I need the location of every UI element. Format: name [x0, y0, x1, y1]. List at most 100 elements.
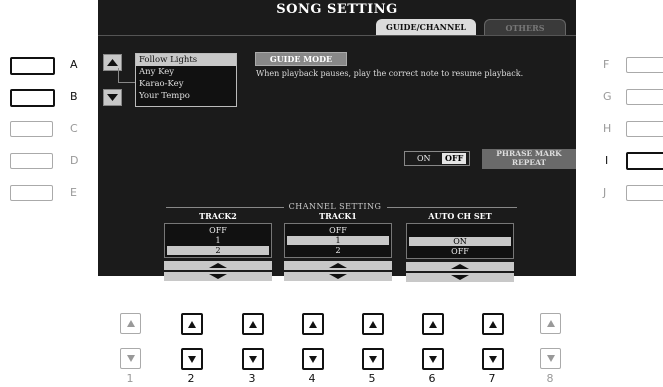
button-b[interactable] [10, 89, 55, 107]
button-e-label: E [70, 186, 77, 199]
down-button-3[interactable] [242, 348, 264, 370]
button-number-label: 6 [428, 372, 436, 385]
spin-up-button[interactable] [406, 262, 514, 271]
lcd-screen: SONG SETTING GUIDE/CHANNEL OTHERS Follow… [98, 0, 576, 282]
up-button-3[interactable] [242, 313, 264, 335]
phrase-mark-toggle[interactable]: ON OFF [404, 151, 470, 166]
button-number-label: 3 [248, 372, 256, 385]
spin-down-button[interactable] [164, 272, 272, 281]
arrow-up-icon [546, 320, 555, 327]
button-j-label: J [603, 186, 607, 199]
arrow-up-icon [309, 320, 317, 328]
arrow-down-icon [126, 355, 135, 362]
arrow-down-icon [107, 94, 118, 101]
option[interactable]: 2 [167, 246, 269, 255]
guide-mode-label: GUIDE MODE [255, 52, 347, 66]
tab-others[interactable]: OTHERS [484, 19, 566, 36]
arrow-up-icon [249, 320, 257, 328]
tab-guide-channel[interactable]: GUIDE/CHANNEL [376, 19, 476, 35]
down-button-4[interactable] [302, 348, 324, 370]
button-d[interactable] [10, 153, 53, 169]
column-header: TRACK1 [319, 211, 357, 221]
button-number-label: 7 [488, 372, 496, 385]
button-i[interactable] [626, 152, 663, 170]
column-header: AUTO CH SET [428, 211, 492, 221]
button-f[interactable] [626, 57, 663, 73]
down-button-2[interactable] [181, 348, 203, 370]
list-scroll-down-button[interactable] [103, 89, 122, 106]
tree-connector [118, 68, 135, 83]
button-number-label: 8 [546, 372, 554, 385]
list-item[interactable]: Any Key [136, 66, 236, 78]
arrow-down-icon [309, 355, 317, 363]
button-number-label: 1 [126, 372, 134, 385]
option-list: OFF 1 2 [164, 223, 272, 258]
channel-setting-title: CHANNEL SETTING [288, 202, 382, 211]
arrow-down-icon [188, 355, 196, 363]
button-f-label: F [603, 58, 610, 71]
down-button-1[interactable] [120, 348, 141, 369]
up-button-8[interactable] [540, 313, 561, 334]
down-button-7[interactable] [482, 348, 504, 370]
list-item[interactable]: Karao-Key [136, 78, 236, 90]
up-button-2[interactable] [181, 313, 203, 335]
button-c[interactable] [10, 121, 53, 137]
channel-column-track2: TRACK2 OFF 1 2 [164, 211, 272, 281]
channel-column-track1: TRACK1 OFF 1 2 [284, 211, 392, 281]
guide-list: Follow Lights Any Key Karao-Key Your Tem… [135, 53, 237, 107]
arrow-up-icon [329, 263, 347, 268]
divider-right [387, 207, 517, 208]
button-g-label: G [603, 90, 612, 103]
arrow-down-icon [429, 355, 437, 363]
channel-column-auto-ch-set: AUTO CH SET ON OFF [406, 211, 514, 282]
down-button-8[interactable] [540, 348, 561, 369]
option[interactable]: 2 [287, 246, 389, 255]
up-button-4[interactable] [302, 313, 324, 335]
option-list: ON OFF [406, 223, 514, 259]
option[interactable]: 1 [167, 236, 269, 245]
option[interactable]: 1 [287, 236, 389, 245]
button-e[interactable] [10, 185, 53, 201]
option[interactable]: OFF [167, 226, 269, 235]
option[interactable]: ON [409, 237, 511, 246]
toggle-off-label: OFF [442, 153, 467, 164]
button-b-label: B [70, 90, 78, 103]
toggle-on-label: ON [417, 154, 431, 163]
button-number-label: 2 [187, 372, 195, 385]
phrase-repeat-label: REPEAT [511, 157, 547, 167]
spin-down-button[interactable] [406, 273, 514, 282]
arrow-up-icon [369, 320, 377, 328]
arrow-down-icon [451, 275, 469, 280]
up-button-6[interactable] [422, 313, 444, 335]
button-j[interactable] [626, 185, 663, 201]
button-a[interactable] [10, 57, 55, 75]
arrow-down-icon [546, 355, 555, 362]
arrow-down-icon [249, 355, 257, 363]
spin-down-button[interactable] [284, 272, 392, 281]
phrase-mark-repeat-button[interactable]: PHRASE MARK REPEAT [482, 149, 576, 169]
button-number-label: 5 [368, 372, 376, 385]
spin-up-button[interactable] [284, 261, 392, 270]
button-h[interactable] [626, 121, 663, 137]
arrow-up-icon [209, 263, 227, 268]
up-button-7[interactable] [482, 313, 504, 335]
button-g[interactable] [626, 89, 663, 105]
arrow-down-icon [209, 274, 227, 279]
list-item[interactable]: Your Tempo [136, 90, 236, 102]
list-item[interactable]: Follow Lights [136, 54, 236, 66]
button-i-label: I [605, 154, 609, 167]
arrow-up-icon [126, 320, 135, 327]
column-header: TRACK2 [199, 211, 237, 221]
arrow-up-icon [451, 264, 469, 269]
down-button-5[interactable] [362, 348, 384, 370]
button-number-label: 4 [308, 372, 316, 385]
option[interactable]: OFF [409, 247, 511, 256]
divider-left [166, 207, 284, 208]
option-spacer [409, 226, 511, 236]
spin-up-button[interactable] [164, 261, 272, 270]
up-button-1[interactable] [120, 313, 141, 334]
down-button-6[interactable] [422, 348, 444, 370]
option[interactable]: OFF [287, 226, 389, 235]
button-c-label: C [70, 122, 78, 135]
up-button-5[interactable] [362, 313, 384, 335]
